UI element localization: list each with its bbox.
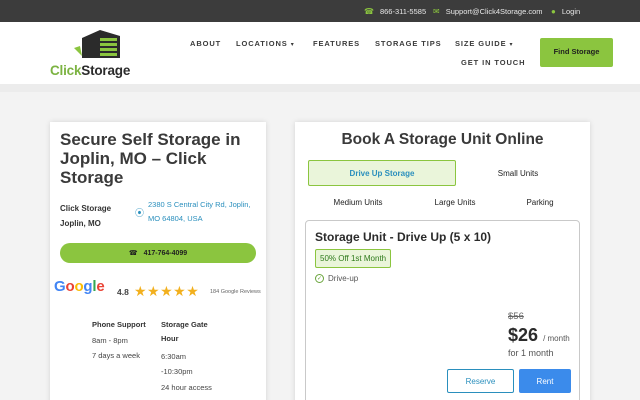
nav-about[interactable]: ABOUT	[190, 39, 221, 48]
review-count-link[interactable]: 184 Google Reviews	[210, 289, 261, 295]
location-card: Secure Self Storage in Joplin, MO – Clic…	[50, 122, 266, 400]
gate-hours: 6:30am -10:30pm 24 hour access	[161, 352, 212, 392]
tab-drive-up-storage[interactable]: Drive Up Storage	[308, 160, 456, 186]
promo-badge: 50% Off 1st Month	[315, 249, 392, 268]
nav-locations[interactable]: LOCATIONS ▾	[236, 39, 295, 48]
logo-wordmark: ClickStorage	[50, 63, 131, 78]
unit-listing: Storage Unit - Drive Up (5 x 10) 50% Off…	[305, 220, 580, 400]
reserve-button[interactable]: Reserve	[447, 369, 514, 393]
tab-medium-units[interactable]: Medium Units	[308, 191, 408, 213]
nav-size-guide[interactable]: SIZE GUIDE ▾	[455, 39, 513, 48]
topbar-email-link[interactable]: ✉ Support@Click4Storage.com	[433, 0, 543, 22]
find-storage-button[interactable]: Find Storage	[540, 38, 613, 67]
envelope-icon: ✉	[433, 6, 440, 16]
tab-large-units[interactable]: Large Units	[405, 191, 505, 213]
nav-features[interactable]: FEATURES	[313, 39, 360, 48]
top-bar: ☎ 866-311-5585 ✉ Support@Click4Storage.c…	[0, 0, 640, 22]
booking-card: Book A Storage Unit Online Drive Up Stor…	[295, 122, 590, 400]
call-button-label: 417-764-4099	[143, 249, 188, 257]
star-rating-icon: ★★★★★	[134, 283, 200, 299]
topbar-phone-link[interactable]: ☎ 866-311-5585	[364, 0, 426, 22]
topbar-login-text: Login	[561, 6, 581, 16]
original-price: $56	[508, 311, 524, 322]
unit-title: Storage Unit - Drive Up (5 x 10)	[315, 230, 492, 244]
location-address-link[interactable]: 2380 S Central City Rd, Joplin, MO 64804…	[148, 198, 262, 227]
site-header: ClickStorage ABOUT LOCATIONS ▾ FEATURES S…	[0, 22, 640, 84]
tab-small-units[interactable]: Small Units	[468, 160, 568, 186]
map-pin-icon: ⦿	[135, 208, 145, 218]
phone-support-heading: Phone Support	[92, 320, 146, 329]
price-duration-note: for 1 month	[508, 348, 554, 358]
nav-storage-tips[interactable]: STORAGE TIPS	[375, 39, 442, 48]
current-price: $26 / month	[508, 325, 570, 345]
google-logo: Google	[54, 278, 105, 295]
gate-hours-heading: Storage Gate Hour	[161, 320, 208, 344]
rating-value: 4.8	[117, 287, 129, 297]
phone-icon: ☎	[364, 6, 374, 16]
booking-title: Book A Storage Unit Online	[341, 131, 544, 148]
topbar-login-link[interactable]: ● Login	[551, 0, 580, 22]
unit-feature: ✓ Drive-up	[315, 274, 358, 283]
rent-button[interactable]: Rent	[519, 369, 571, 393]
call-button[interactable]: ☎ 417-764-4099	[60, 243, 256, 263]
phone-support-hours: 8am - 8pm 7 days a week	[92, 336, 140, 361]
unit-feature-label: Drive-up	[328, 274, 359, 283]
topbar-email-text: Support@Click4Storage.com	[445, 6, 543, 16]
topbar-phone-text: 866-311-5585	[379, 6, 427, 16]
chevron-down-icon: ▾	[509, 42, 514, 48]
chevron-down-icon: ▾	[290, 42, 295, 48]
header-divider-band	[0, 84, 640, 92]
location-name: Click Storage Joplin, MO	[60, 204, 112, 229]
tab-parking[interactable]: Parking	[500, 191, 580, 213]
site-logo[interactable]: ClickStorage	[50, 28, 146, 78]
nav-get-in-touch[interactable]: GET IN TOUCH	[461, 58, 525, 67]
location-title: Secure Self Storage in Joplin, MO – Clic…	[60, 130, 241, 188]
check-circle-icon: ✓	[315, 274, 324, 283]
storage-unit-logo-icon	[74, 30, 120, 58]
phone-icon: ☎	[128, 250, 138, 257]
user-icon: ●	[551, 6, 556, 16]
